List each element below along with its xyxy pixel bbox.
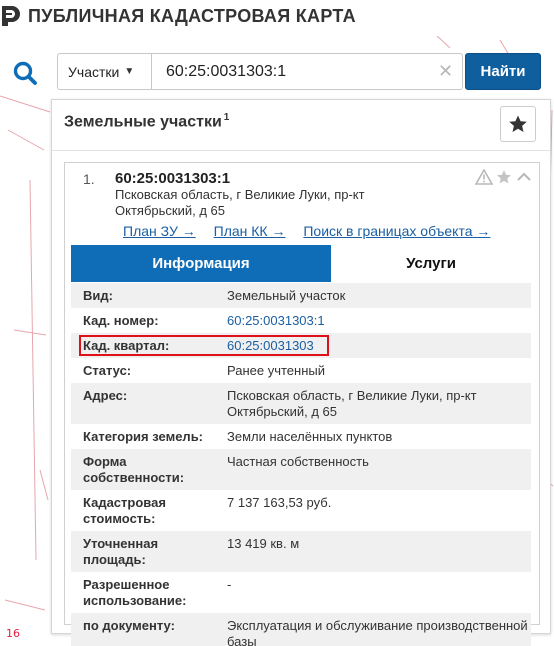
panel-title-text: Земельные участки	[64, 113, 222, 131]
result-address: Псковская область, г Великие Луки, пр-кт…	[115, 187, 365, 218]
attr-value-link[interactable]: 60:25:0031303:1	[223, 313, 531, 329]
attr-key: Категория земель:	[83, 429, 204, 444]
attr-key: Форма собственности:	[83, 454, 185, 485]
attr-key: Адрес:	[83, 388, 128, 403]
tab-services[interactable]: Услуги	[331, 245, 531, 282]
attr-value: -	[227, 577, 232, 592]
chevron-down-icon: ▼	[124, 66, 135, 77]
attr-key: Уточненная площадь:	[83, 536, 159, 567]
tab-information[interactable]: Информация	[71, 245, 331, 282]
attr-row: Категория земель: Земли населённых пункт…	[71, 424, 531, 449]
warning-icon[interactable]	[475, 169, 493, 185]
attr-key: по документу:	[83, 618, 175, 633]
result-number: 1.	[83, 171, 95, 187]
card-actions	[475, 169, 533, 185]
attr-value: Псковская область, г Великие Луки, пр-кт…	[227, 388, 477, 419]
attr-row: Разрешенное использование: -	[71, 572, 531, 613]
attr-value-link[interactable]: 60:25:0031303	[223, 338, 531, 354]
favorites-button[interactable]	[500, 106, 536, 142]
app-title: ПУБЛИЧНАЯ КАДАСТРОВАЯ КАРТА	[28, 6, 356, 26]
attr-value: Эксплуатация и обслуживание производстве…	[227, 618, 528, 646]
result-card: 1. 60:25:0031303:1 Псковская область, г …	[64, 162, 540, 646]
attr-key: Кад. квартал:	[83, 338, 170, 353]
chevron-up-icon[interactable]	[515, 169, 533, 185]
search-type-label: Участки	[68, 63, 120, 80]
result-count: 1	[223, 112, 230, 123]
attr-key: Кад. номер:	[83, 313, 159, 328]
result-cad-number[interactable]: 60:25:0031303:1	[115, 170, 230, 187]
close-icon[interactable]: ✕	[438, 61, 453, 82]
app-header: ПУБЛИЧНАЯ КАДАСТРОВАЯ КАРТА	[0, 0, 554, 36]
divider	[52, 150, 550, 151]
search-input[interactable]: 60:25:0031303:1	[151, 53, 463, 90]
link-plan-zu[interactable]: План ЗУ →	[123, 223, 196, 239]
attr-row: Статус: Ранее учтенный	[71, 358, 531, 383]
attr-key: Статус:	[83, 363, 132, 378]
result-links: План ЗУ → План КК → Поиск в границах объ…	[123, 223, 504, 239]
link-plan-kk[interactable]: План КК →	[214, 223, 286, 239]
logo-icon	[2, 6, 20, 26]
search-icon[interactable]	[12, 60, 38, 86]
find-button[interactable]: Найти	[465, 53, 541, 90]
search-input-value: 60:25:0031303:1	[166, 62, 287, 80]
attr-value: Земли населённых пунктов	[227, 429, 393, 444]
attr-key: Кадастровая стоимость:	[83, 495, 166, 526]
attr-row: Уточненная площадь: 13 419 кв. м	[71, 531, 531, 572]
panel-title: Земельные участки 1	[64, 112, 229, 131]
attr-row: Форма собственности: Частная собственнос…	[71, 449, 531, 490]
attr-value: 7 137 163,53 руб.	[227, 495, 332, 510]
attr-key: Вид:	[83, 288, 113, 303]
attr-row: по документу: Эксплуатация и обслуживани…	[71, 613, 531, 646]
attr-row: Кадастровая стоимость: 7 137 163,53 руб.	[71, 490, 531, 531]
attr-key: Разрешенное использование:	[83, 577, 187, 608]
results-panel: Земельные участки 1 1. 60:25:0031303:1 Пс…	[51, 99, 551, 646]
star-icon[interactable]	[495, 169, 513, 185]
star-icon	[509, 115, 527, 132]
attr-row-highlighted: Кад. квартал: 60:25:0031303	[71, 333, 531, 358]
attributes-table: Вид: Земельный участок Кад. номер: 60:25…	[71, 283, 531, 646]
map-label: 16	[6, 627, 20, 640]
attr-row: Адрес: Псковская область, г Великие Луки…	[71, 383, 531, 424]
result-tabs: Информация Услуги	[71, 245, 531, 282]
attr-value: 13 419 кв. м	[227, 536, 300, 551]
attr-value: Земельный участок	[227, 288, 346, 303]
link-search-in-bounds[interactable]: Поиск в границах объекта →	[303, 223, 490, 239]
attr-value: Частная собственность	[227, 454, 369, 469]
search-type-select[interactable]: Участки ▼	[57, 53, 151, 90]
attr-row: Вид: Земельный участок	[71, 283, 531, 308]
attr-row: Кад. номер: 60:25:0031303:1	[71, 308, 531, 333]
attr-value: Ранее учтенный	[227, 363, 325, 378]
search-bar: Участки ▼ 60:25:0031303:1 ✕ Найти	[0, 52, 554, 94]
